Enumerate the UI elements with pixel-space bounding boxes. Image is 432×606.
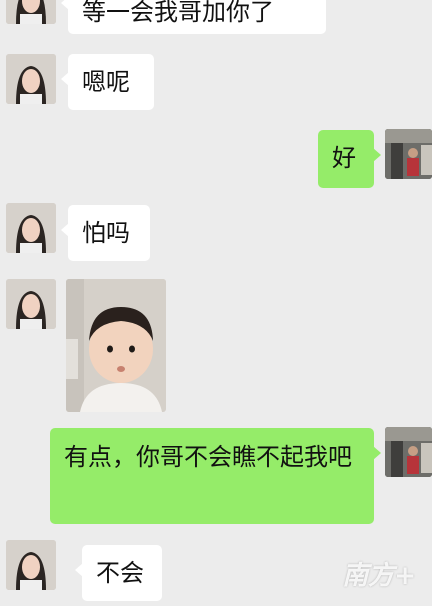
contact-avatar[interactable] [6,203,56,253]
my-avatar[interactable] [385,129,432,179]
contact-avatar[interactable] [6,54,56,104]
contact-avatar[interactable] [6,540,56,590]
message-bubble-incoming[interactable]: 不会 [75,545,162,601]
watermark-logo: 南方+ [342,561,416,591]
message-text: 有点，你哥不会瞧不起我吧 [64,443,352,471]
sticker-image[interactable] [66,279,166,412]
message-bubble-incoming[interactable]: 等一会我哥加你了 [61,0,326,34]
contact-avatar[interactable] [6,279,56,329]
message-bubble-incoming[interactable]: 嗯呢 [61,54,154,110]
contact-avatar[interactable] [6,0,56,24]
my-avatar[interactable] [385,427,432,477]
message-bubble-incoming[interactable]: 怕吗 [61,205,150,261]
message-bubble-outgoing[interactable]: 有点，你哥不会瞧不起我吧 [50,428,381,524]
message-bubble-outgoing[interactable]: 好 [318,130,381,188]
